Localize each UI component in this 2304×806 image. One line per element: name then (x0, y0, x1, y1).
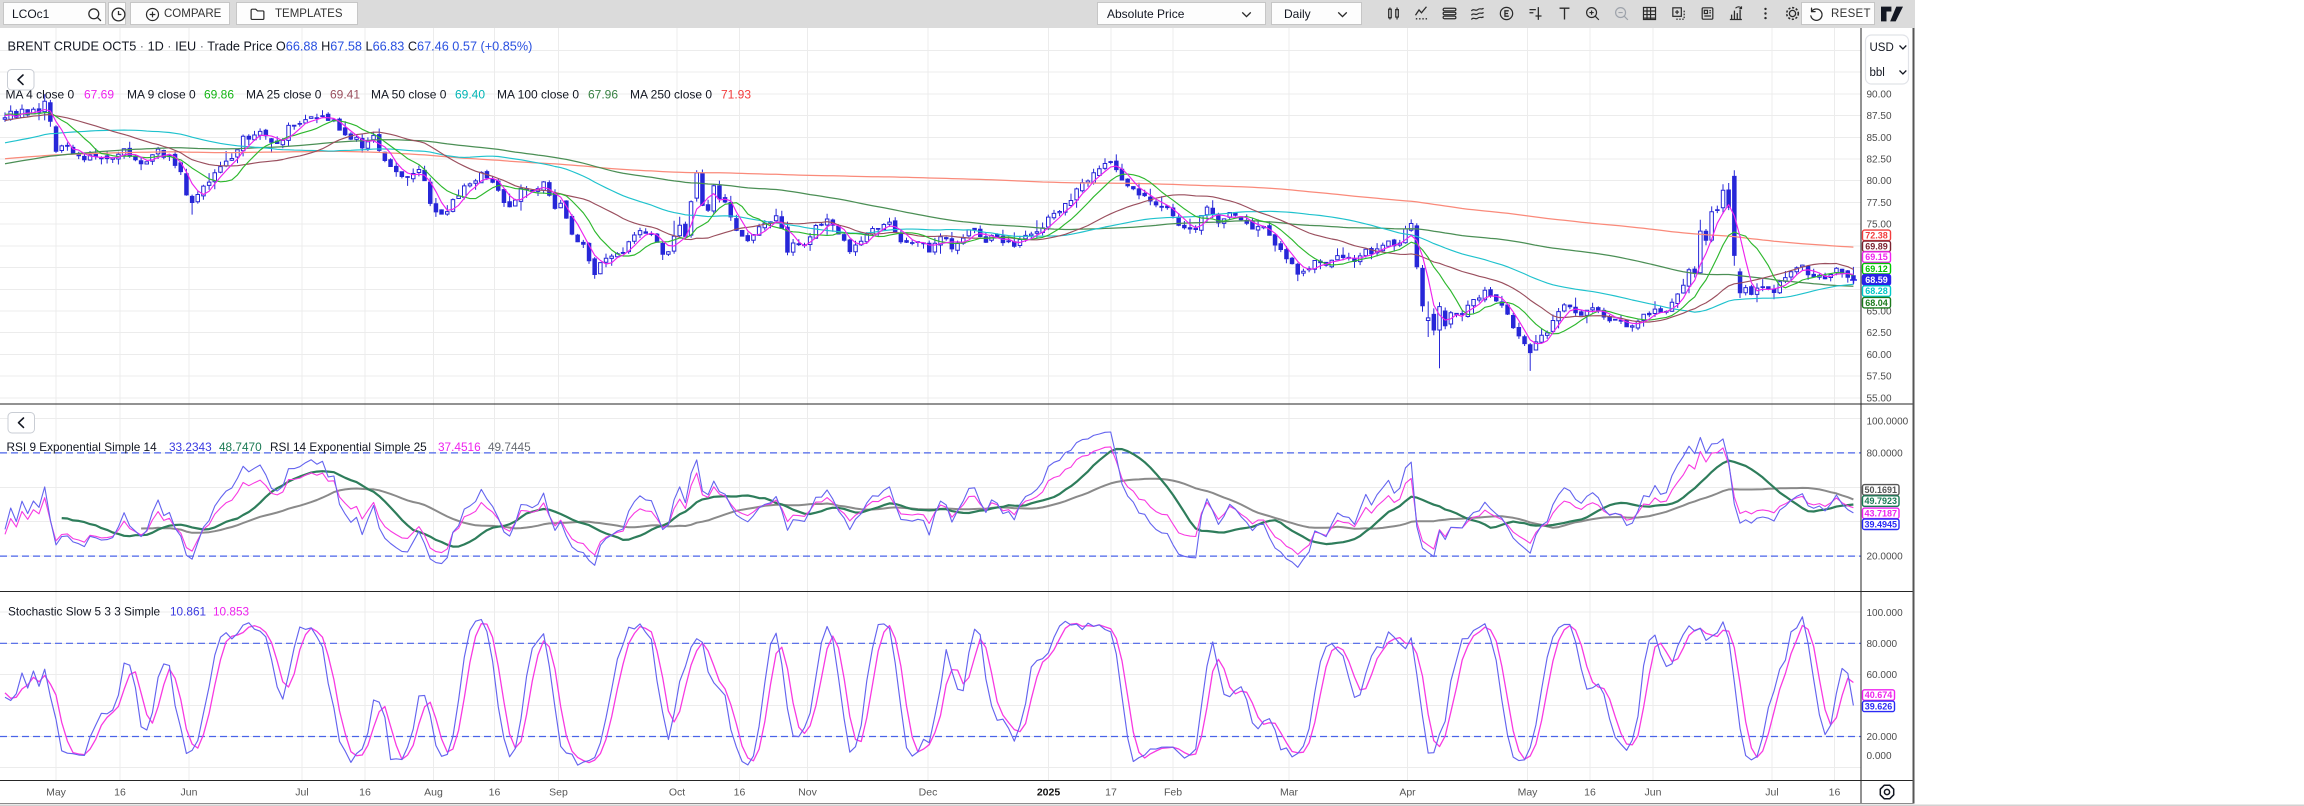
svg-text:Oct: Oct (669, 787, 685, 799)
svg-text:100.000: 100.000 (1867, 608, 1904, 619)
svg-text:Feb: Feb (1164, 787, 1182, 799)
svg-text:55.00: 55.00 (1867, 393, 1892, 404)
svg-text:90.00: 90.00 (1867, 89, 1892, 100)
svg-text:40.674: 40.674 (1865, 690, 1893, 700)
svg-text:Apr: Apr (1399, 787, 1416, 799)
svg-text:May: May (1518, 787, 1539, 799)
svg-text:RSI 9 Exponential Simple 14: RSI 9 Exponential Simple 14 (7, 440, 158, 454)
svg-text:77.50: 77.50 (1867, 198, 1892, 209)
svg-text:bbl: bbl (1870, 67, 1885, 79)
svg-text:17: 17 (1105, 787, 1117, 799)
svg-text:69.15: 69.15 (1865, 252, 1888, 262)
svg-text:68.59: 68.59 (1865, 275, 1888, 285)
svg-text:49.7445: 49.7445 (488, 440, 531, 454)
svg-text:16: 16 (1584, 787, 1596, 799)
svg-text:68.04: 68.04 (1865, 298, 1888, 308)
svg-text:16: 16 (359, 787, 371, 799)
svg-text:MA 250 close 0: MA 250 close 0 (630, 88, 712, 102)
svg-text:67.96: 67.96 (588, 88, 618, 102)
svg-text:BRENT CRUDE OCT5 · 1D · IEU ·: BRENT CRUDE OCT5 · 1D · IEU · Trade Pric… (8, 40, 533, 54)
svg-text:80.000: 80.000 (1867, 639, 1898, 650)
svg-text:43.7187: 43.7187 (1864, 509, 1897, 519)
svg-text:80.0000: 80.0000 (1867, 448, 1904, 459)
svg-text:Jul: Jul (295, 787, 308, 799)
svg-text:33.2343: 33.2343 (169, 440, 212, 454)
svg-text:16: 16 (1829, 787, 1841, 799)
svg-text:MA 50 close 0: MA 50 close 0 (371, 88, 447, 102)
svg-text:16: 16 (489, 787, 501, 799)
svg-text:60.00: 60.00 (1867, 350, 1892, 361)
svg-text:MA 100 close 0: MA 100 close 0 (497, 88, 579, 102)
svg-text:37.4516: 37.4516 (438, 440, 481, 454)
svg-text:75.00: 75.00 (1867, 220, 1892, 231)
svg-text:RSI 14 Exponential Simple 25: RSI 14 Exponential Simple 25 (270, 440, 427, 454)
svg-text:MA 25 close 0: MA 25 close 0 (246, 88, 322, 102)
svg-text:100.0000: 100.0000 (1867, 417, 1909, 428)
svg-text:68.28: 68.28 (1865, 286, 1888, 296)
svg-text:39.626: 39.626 (1865, 702, 1893, 712)
svg-text:69.40: 69.40 (455, 88, 485, 102)
svg-text:Stochastic Slow 5 3 3 Simple: Stochastic Slow 5 3 3 Simple (8, 605, 161, 619)
svg-text:Mar: Mar (1280, 787, 1299, 799)
svg-text:16: 16 (734, 787, 746, 799)
svg-text:69.41: 69.41 (330, 88, 360, 102)
svg-text:71.93: 71.93 (721, 88, 751, 102)
svg-text:57.50: 57.50 (1867, 372, 1892, 383)
svg-text:May: May (46, 787, 67, 799)
svg-text:Nov: Nov (798, 787, 817, 799)
svg-text:39.4945: 39.4945 (1864, 519, 1897, 529)
svg-text:87.50: 87.50 (1867, 111, 1892, 122)
svg-text:48.7470: 48.7470 (219, 440, 262, 454)
svg-text:67.69: 67.69 (84, 88, 114, 102)
svg-text:62.50: 62.50 (1867, 328, 1892, 339)
svg-text:10.861: 10.861 (170, 605, 206, 619)
svg-text:Jul: Jul (1765, 787, 1778, 799)
svg-text:50.1691: 50.1691 (1864, 485, 1897, 495)
svg-text:Sep: Sep (549, 787, 568, 799)
svg-text:0.000: 0.000 (1867, 751, 1892, 762)
svg-text:80.00: 80.00 (1867, 176, 1892, 187)
svg-text:Jun: Jun (181, 787, 198, 799)
svg-text:USD: USD (1870, 42, 1894, 54)
svg-text:Jun: Jun (1645, 787, 1662, 799)
svg-text:2025: 2025 (1037, 787, 1061, 799)
svg-text:60.000: 60.000 (1867, 670, 1898, 681)
svg-text:82.50: 82.50 (1867, 155, 1892, 166)
svg-text:69.89: 69.89 (1865, 242, 1888, 252)
svg-text:20.0000: 20.0000 (1867, 552, 1904, 563)
svg-text:Dec: Dec (919, 787, 938, 799)
svg-text:16: 16 (114, 787, 126, 799)
svg-text:72.38: 72.38 (1865, 231, 1888, 241)
svg-text:85.00: 85.00 (1867, 133, 1892, 144)
svg-text:69.86: 69.86 (204, 88, 234, 102)
svg-text:49.7923: 49.7923 (1864, 496, 1897, 506)
svg-text:20.000: 20.000 (1867, 732, 1898, 743)
svg-text:10.853: 10.853 (213, 605, 250, 619)
svg-text:69.12: 69.12 (1865, 264, 1888, 274)
svg-text:Aug: Aug (424, 787, 443, 799)
svg-text:MA 9 close 0: MA 9 close 0 (127, 88, 196, 102)
